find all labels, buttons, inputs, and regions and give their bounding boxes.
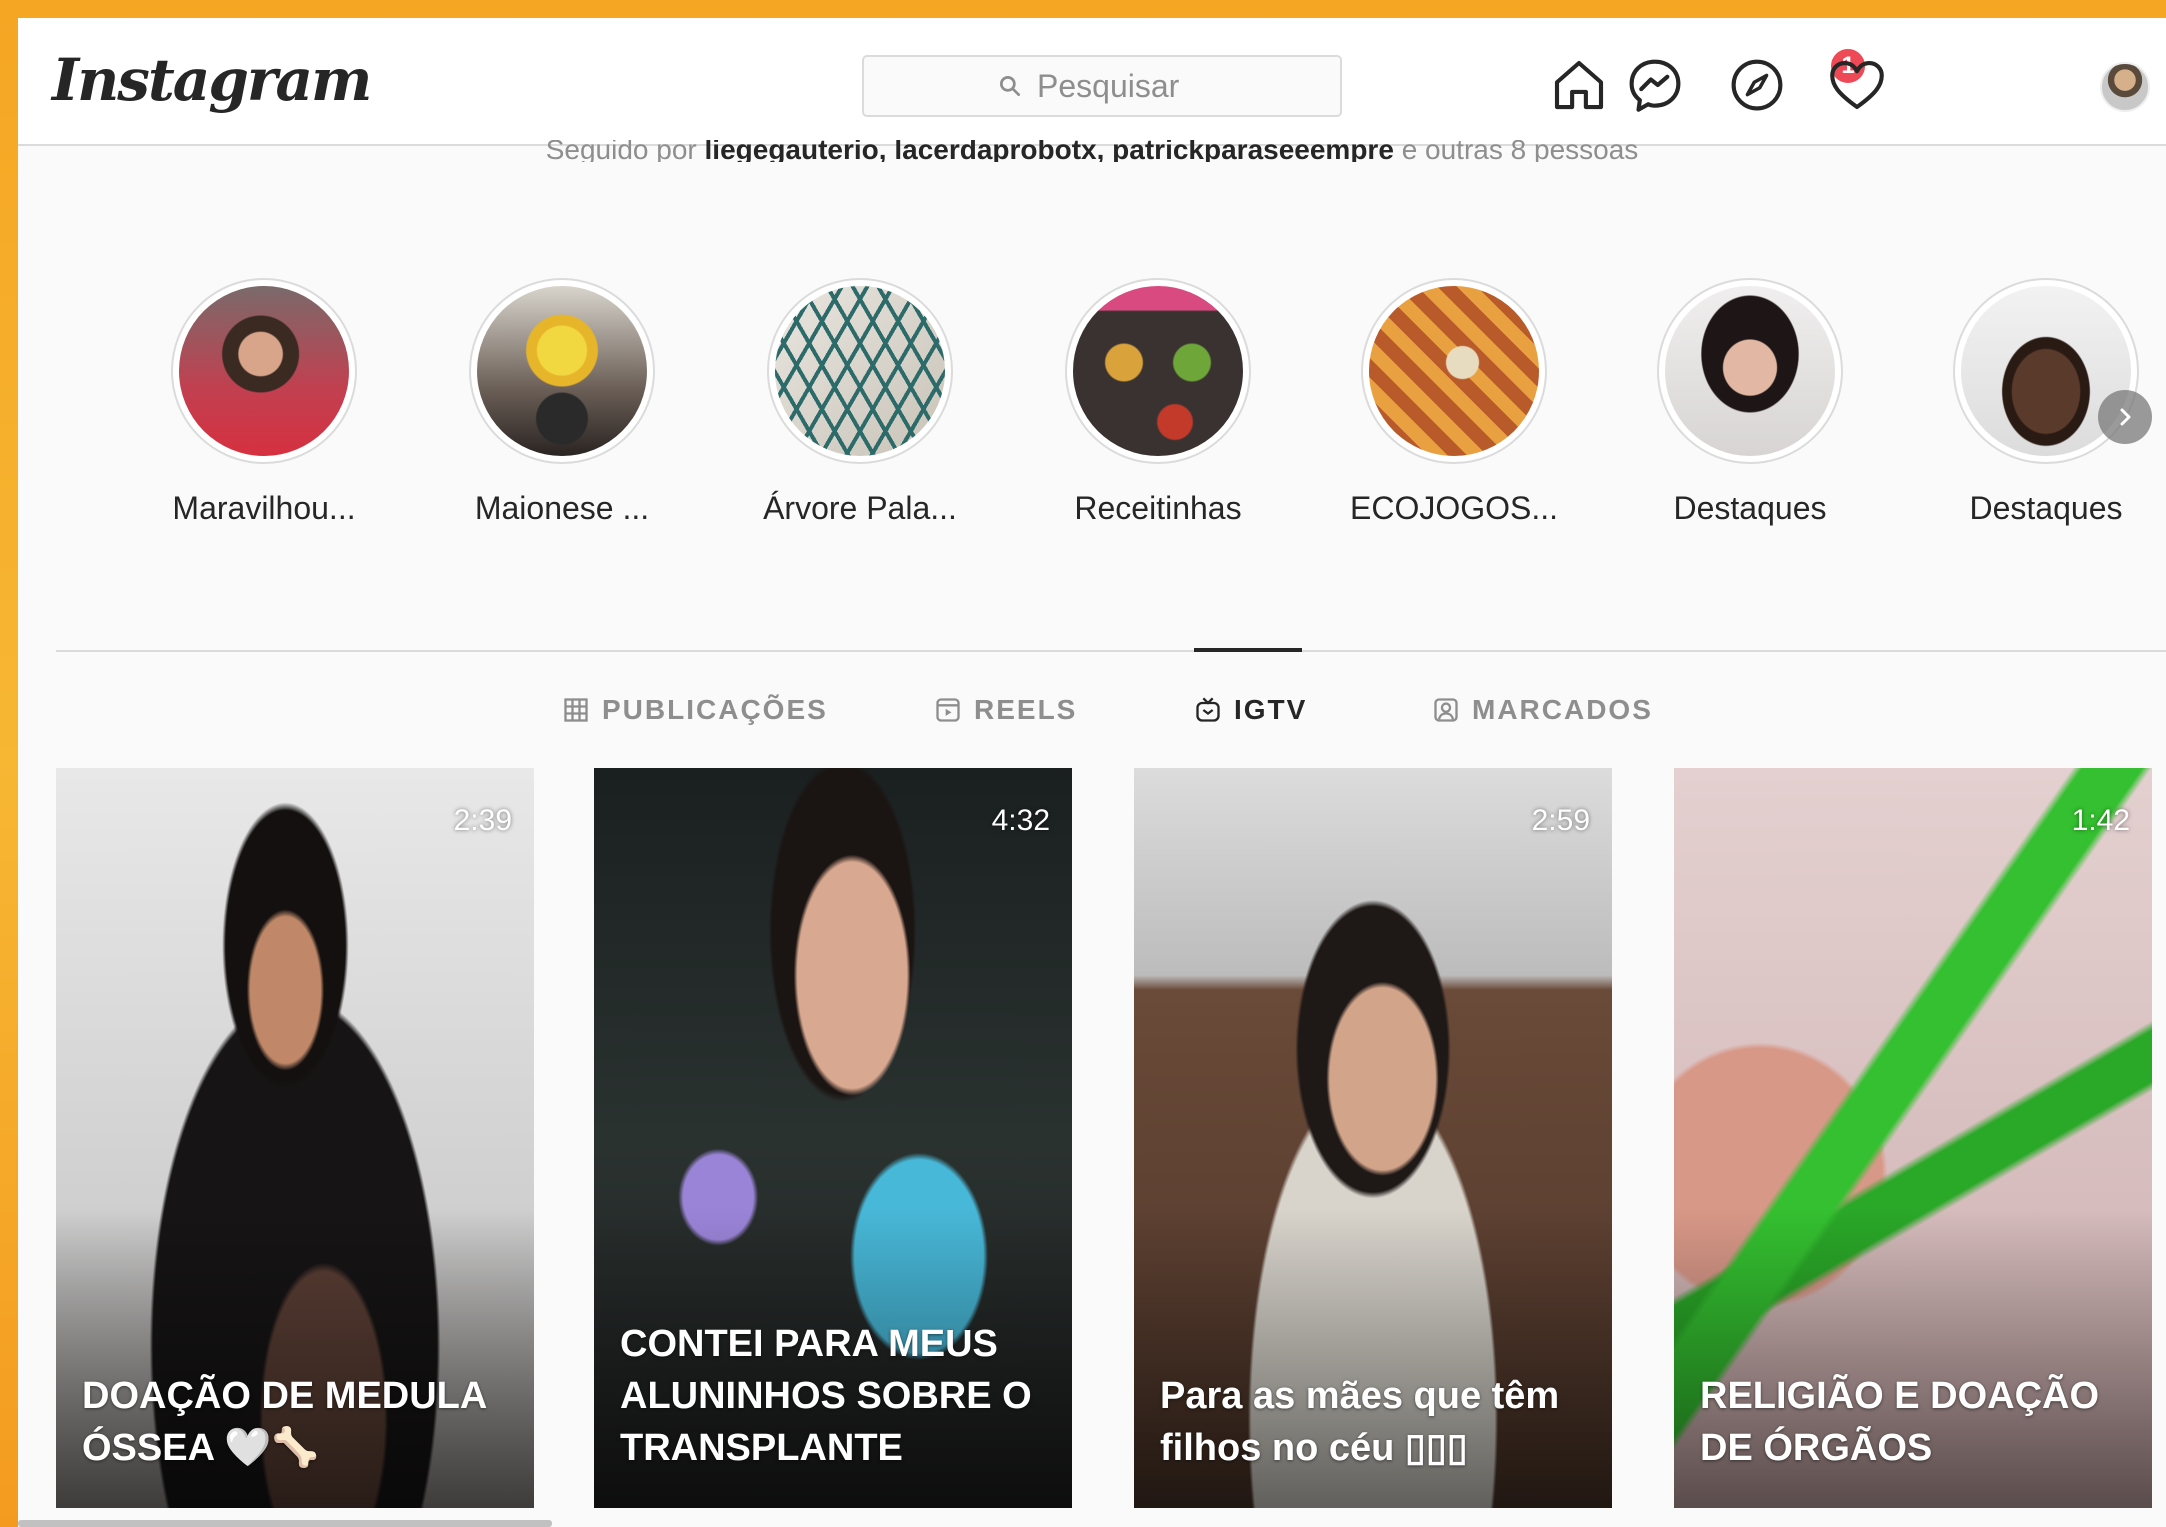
video-duration: 2:39 [453, 804, 512, 837]
video-duration: 2:59 [1531, 804, 1590, 837]
igtv-video-card[interactable]: 2:39 DOAÇÃO DE MEDULA ÓSSEA 🤍🦴 [56, 768, 534, 1508]
followed-by-suffix: e outras 8 pessoas [1401, 140, 1639, 162]
profile-tabs: PUBLICAÇÕES REELS IGTV MARCADOS [18, 694, 2166, 744]
highlight-item[interactable]: Receitinhas [1028, 278, 1288, 527]
story-highlights: Maravilhou... Maionese ... Árvore Pala..… [18, 278, 2166, 558]
highlight-label: Destaques [1969, 490, 2123, 526]
search-icon [999, 75, 1021, 97]
search-input[interactable] [1037, 67, 1207, 105]
tagged-user-icon [1434, 698, 1458, 722]
video-title: DOAÇÃO DE MEDULA ÓSSEA 🤍🦴 [82, 1375, 486, 1469]
tab-igtv[interactable]: IGTV [1194, 694, 1307, 726]
messenger-icon[interactable] [1622, 52, 1688, 118]
grid-icon [564, 698, 588, 722]
igtv-icon [1196, 697, 1220, 722]
highlight-item[interactable]: Maionese ... [432, 278, 692, 527]
highlight-cover [1073, 286, 1243, 456]
video-duration: 4:32 [991, 804, 1050, 837]
tab-reels[interactable]: REELS [934, 694, 1077, 726]
followed-by-text: Seguido por liegegauterio, lacerdaprobot… [18, 140, 2166, 162]
highlight-label: Maravilhou... [172, 490, 356, 526]
highlight-label: Receitinhas [1074, 490, 1242, 526]
highlight-label: Maionese ... [474, 490, 650, 526]
highlight-cover [1369, 286, 1539, 456]
horizontal-scrollbar[interactable] [18, 1520, 552, 1527]
video-title: CONTEI PARA MEUS ALUNINHOS SOBRE O TRANS… [620, 1323, 1032, 1469]
tab-marcados[interactable]: MARCADOS [1432, 694, 1653, 726]
tab-label: REELS [974, 694, 1078, 725]
video-duration: 1:42 [2071, 804, 2130, 837]
instagram-logo[interactable]: Instagram [52, 46, 372, 114]
tab-label: MARCADOS [1472, 694, 1653, 725]
chevron-right-icon [2120, 408, 2131, 426]
highlight-item[interactable]: Árvore Pala... [730, 278, 990, 527]
highlight-cover [477, 286, 647, 456]
igtv-video-card[interactable]: 2:59 Para as mães que têm filhos no céu … [1134, 768, 1612, 1508]
profile-avatar[interactable] [2100, 62, 2150, 112]
tab-label: PUBLICAÇÕES [602, 694, 828, 725]
reels-icon [936, 698, 960, 722]
highlights-next-button[interactable] [2098, 390, 2152, 444]
igtv-video-card[interactable]: 1:42 RELIGIÃO E DOAÇÃO DE ÓRGÃOS [1674, 768, 2152, 1508]
highlight-cover [775, 286, 945, 456]
highlight-item[interactable]: ECOJOGOS... [1324, 278, 1584, 527]
active-tab-indicator [1194, 648, 1302, 652]
tabs-divider [56, 650, 2166, 652]
highlight-label: ECOJOGOS... [1349, 490, 1559, 526]
heart-icon[interactable] [1824, 52, 1890, 118]
highlight-label: Destaques [1673, 490, 1827, 526]
search-box[interactable] [862, 55, 1342, 117]
video-title: RELIGIÃO E DOAÇÃO DE ÓRGÃOS [1700, 1375, 2100, 1469]
tab-label: IGTV [1234, 694, 1308, 725]
followed-by-prefix: Seguido por [545, 140, 697, 162]
highlight-label: Árvore Pala... [763, 490, 957, 526]
igtv-video-card[interactable]: 4:32 CONTEI PARA MEUS ALUNINHOS SOBRE O … [594, 768, 1072, 1508]
top-navigation-bar: Instagram 1 [18, 18, 2166, 146]
instagram-window: Instagram 1 Seguido por [18, 18, 2166, 1527]
compass-icon[interactable] [1724, 52, 1790, 118]
tab-publicacoes[interactable]: PUBLICAÇÕES [562, 694, 828, 726]
video-title: Para as mães que têm filhos no céu ▯▯▯ [1160, 1375, 1560, 1469]
highlight-cover [1665, 286, 1835, 456]
highlight-item[interactable]: Destaques [1620, 278, 1880, 527]
highlight-cover [179, 286, 349, 456]
home-icon[interactable] [1546, 52, 1612, 118]
followed-by-users[interactable]: liegegauterio, lacerdaprobotx, patrickpa… [705, 140, 1394, 162]
highlight-item[interactable]: Maravilhou... [134, 278, 394, 527]
